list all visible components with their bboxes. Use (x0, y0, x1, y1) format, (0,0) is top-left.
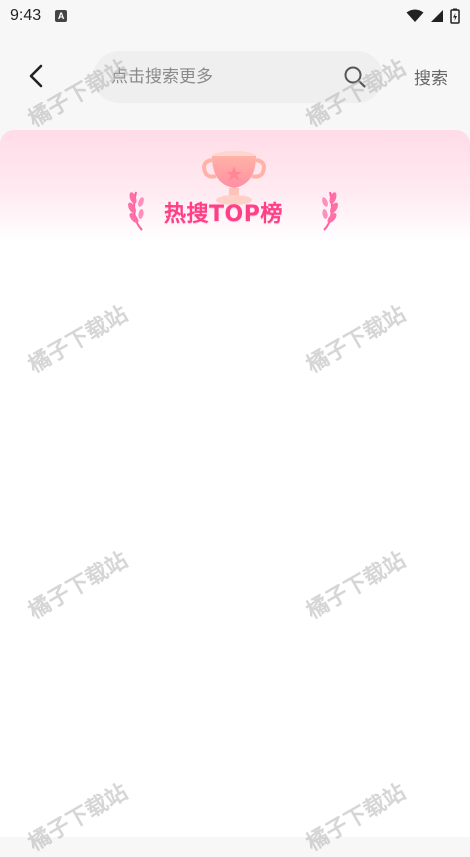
notification-badge: A (55, 10, 68, 22)
search-bar: 搜索 (0, 48, 470, 106)
banner-title: 热搜TOP榜 (164, 202, 283, 227)
status-right (406, 8, 460, 24)
battery-icon (450, 8, 460, 24)
laurel-left-icon (128, 191, 144, 231)
search-field[interactable] (93, 51, 383, 103)
status-time: 9:43 (10, 7, 42, 24)
content-panel: 热搜TOP榜 (0, 130, 470, 837)
search-icon[interactable] (343, 65, 367, 89)
search-submit-button[interactable]: 搜索 (414, 64, 448, 89)
back-button[interactable] (22, 62, 50, 90)
wifi-icon (406, 9, 424, 22)
status-left: 9:43 A (10, 7, 68, 25)
back-arrow-icon (29, 64, 43, 88)
laurel-right-icon (322, 191, 338, 231)
hot-search-banner: 热搜TOP榜 (0, 130, 470, 242)
signal-icon (431, 10, 443, 22)
status-bar: 9:43 A (0, 0, 470, 32)
search-input[interactable] (109, 66, 333, 88)
